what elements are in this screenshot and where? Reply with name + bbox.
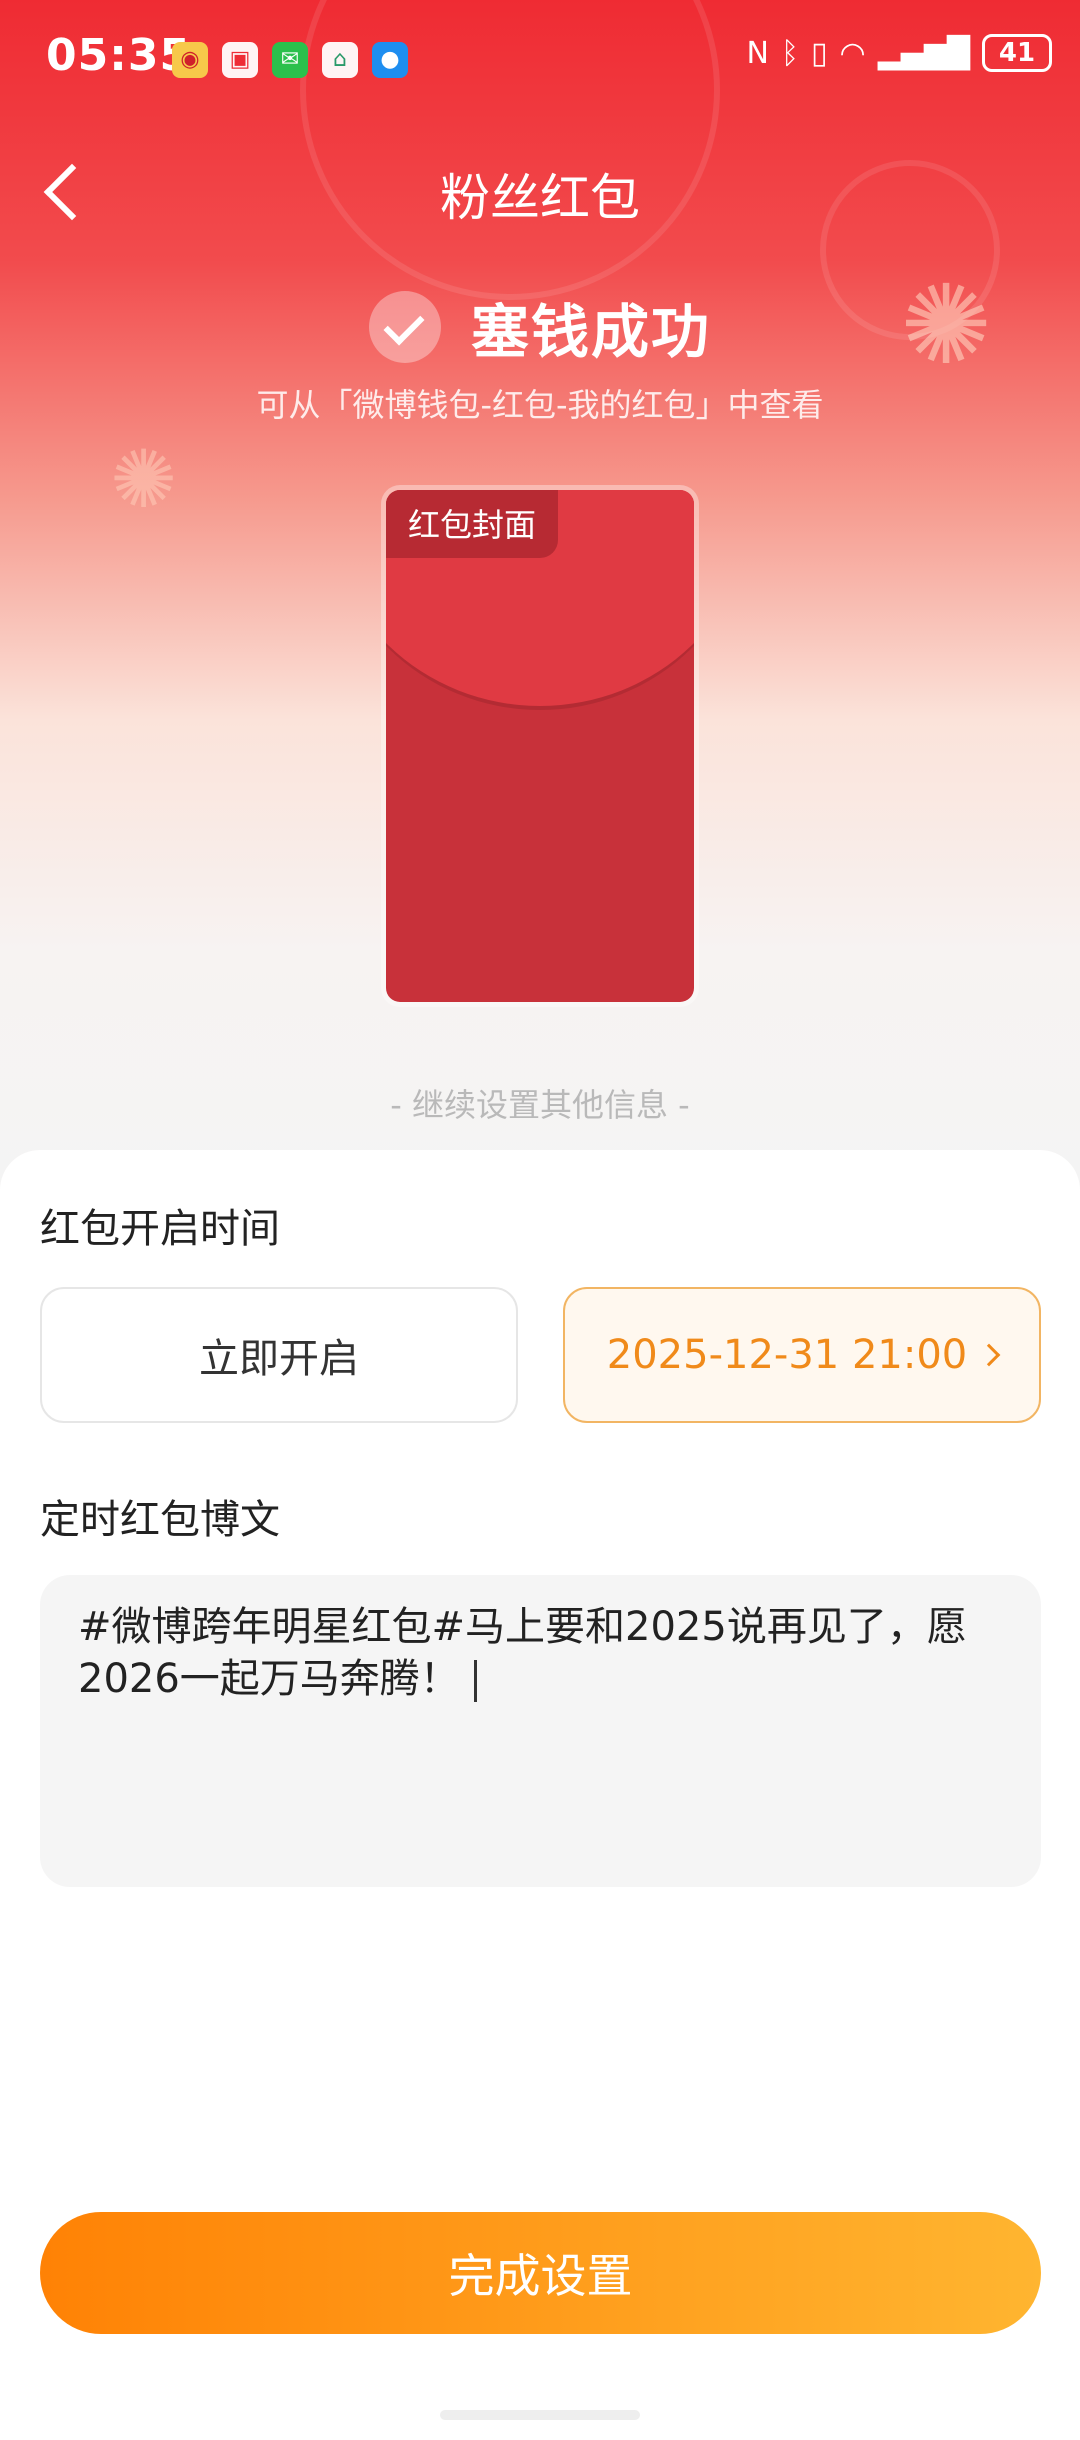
vibrate-icon: ▯ <box>811 35 828 71</box>
open-now-label: 立即开启 <box>199 1336 359 1382</box>
status-bar: 05:35 ◉ ▣ ✉ ⌂ ● N ᛒ ▯ ◠ ▂▄▆█ 41 <box>0 0 1080 120</box>
red-envelope-cover[interactable]: 红包封面 <box>386 490 694 1002</box>
post-text-content: #微博跨年明星红包#马上要和2025说再见了，愿2026一起万马奔腾！ <box>78 1604 967 1702</box>
check-icon <box>368 291 441 363</box>
post-title: 定时红包博文 <box>40 1497 280 1543</box>
status-icons: N ᛒ ▯ ◠ ▂▄▆█ 41 <box>747 34 1052 72</box>
message-icon: ● <box>372 42 408 78</box>
wechat-icon: ✉ <box>272 42 308 78</box>
status-time: 05:35 <box>46 30 192 81</box>
open-time-title: 红包开启时间 <box>40 1206 280 1252</box>
firework-decoration-icon: ✺ <box>110 433 178 526</box>
chevron-right-icon <box>977 1343 1001 1367</box>
success-hint: 可从「微博钱包-红包-我的红包」中查看 <box>256 386 824 424</box>
success-title: 塞钱成功 <box>470 298 711 366</box>
success-header: 塞钱成功 <box>0 285 1080 369</box>
post-text-input[interactable]: #微博跨年明星红包#马上要和2025说再见了，愿2026一起万马奔腾！ <box>40 1575 1041 1887</box>
scheduled-time-button[interactable]: 2025-12-31 21:00 <box>563 1287 1041 1423</box>
done-button[interactable]: 完成设置 <box>40 2212 1041 2334</box>
red-notes-icon: ▣ <box>222 42 258 78</box>
nfc-icon: N <box>746 35 769 71</box>
wifi-icon: ◠ <box>839 35 866 71</box>
page-title: 粉丝红包 <box>440 169 640 227</box>
weibo-icon: ◉ <box>172 42 208 78</box>
bluetooth-icon: ᛒ <box>781 35 799 71</box>
home-indicator[interactable] <box>440 2410 640 2420</box>
continue-hint: - 继续设置其他信息 - <box>390 1086 690 1124</box>
signal-icon: ▂▄▆█ <box>877 35 970 71</box>
home-app-icon: ⌂ <box>322 42 358 78</box>
battery-icon: 41 <box>982 34 1052 72</box>
open-now-button[interactable]: 立即开启 <box>40 1287 518 1423</box>
text-cursor <box>473 1660 477 1702</box>
scheduled-time-label: 2025-12-31 21:00 <box>606 1332 968 1378</box>
cover-tag: 红包封面 <box>386 490 559 558</box>
done-button-label: 完成设置 <box>448 2249 633 2303</box>
